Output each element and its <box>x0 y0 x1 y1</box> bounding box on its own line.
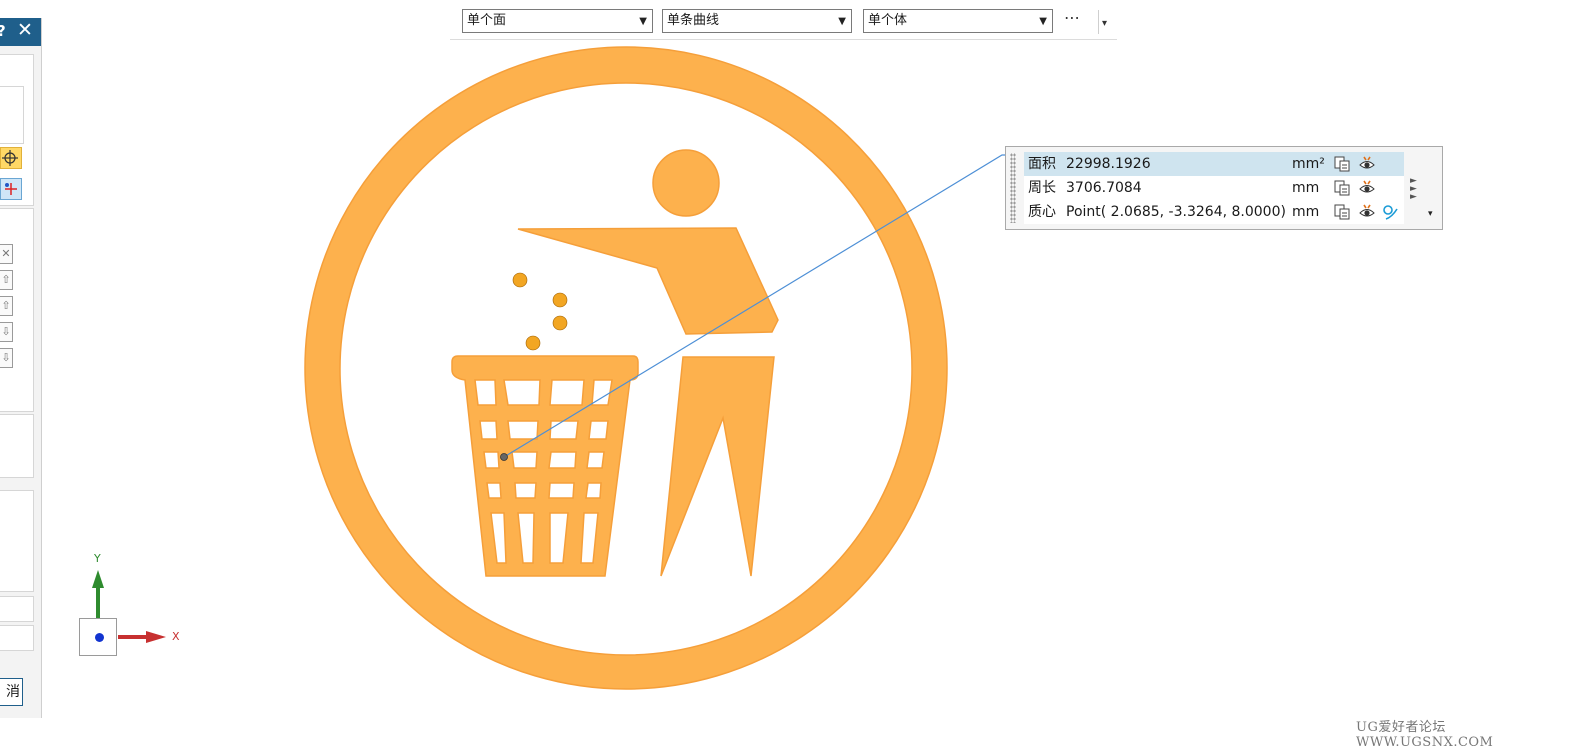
centroid-row[interactable]: 质心 Point( 2.0685, -3.3264, 8.0000) mm <box>1024 200 1404 224</box>
triad-origin[interactable] <box>79 618 117 656</box>
origin-dot <box>95 633 104 642</box>
area-label: 面积 <box>1028 156 1056 172</box>
curve-filter-value: 单条曲线 <box>667 13 720 28</box>
copy-icon[interactable] <box>1334 180 1350 196</box>
x-axis-label: X <box>172 630 180 643</box>
particle <box>552 292 568 308</box>
measurement-rows: 面积 22998.1926 mm² 周长 3706.7084 mm 质心 Poi… <box>1024 152 1404 224</box>
y-axis-label: Y <box>94 552 101 565</box>
dialog-title-bar: ? ✕ <box>0 18 41 46</box>
chevron-down-icon: ▼ <box>1039 16 1047 27</box>
measurement-result-box[interactable]: 面积 22998.1926 mm² 周长 3706.7084 mm 质心 Poi… <box>1005 146 1443 230</box>
move-up-button[interactable]: ⇧ <box>0 296 13 316</box>
eye-icon[interactable] <box>1359 156 1375 172</box>
curve-filter-dropdown[interactable]: 单条曲线 ▼ <box>662 9 852 33</box>
selection-bar: 单个面 ▼ 单条曲线 ▼ 单个体 ▼ ⋯ ▾ <box>450 6 1117 40</box>
no-littering-sign <box>304 46 948 690</box>
move-bottom-button[interactable]: ⇩ <box>0 348 13 368</box>
centroid-label: 质心 <box>1028 204 1056 220</box>
eye-icon[interactable] <box>1359 204 1375 220</box>
particle <box>512 272 528 288</box>
face-filter-dropdown[interactable]: 单个面 ▼ <box>462 9 653 33</box>
left-dialog: ? ✕ ✕ ⇧ ⇧ ⇩ ⇩ 消 <box>0 18 42 718</box>
cancel-button[interactable]: 消 <box>0 678 23 706</box>
body-filter-dropdown[interactable]: 单个体 ▼ <box>863 9 1053 33</box>
perimeter-unit: mm <box>1292 180 1320 196</box>
perimeter-value: 3706.7084 <box>1066 180 1142 196</box>
close-icon[interactable]: ✕ <box>15 19 35 41</box>
crosshair-icon[interactable] <box>0 147 22 169</box>
falling-particles <box>512 272 568 351</box>
chevron-down-icon: ▼ <box>838 16 846 27</box>
centroid-value: Point( 2.0685, -3.3264, 8.0000) <box>1066 204 1286 220</box>
curve-icon[interactable] <box>1382 204 1398 220</box>
trash-bin <box>451 355 639 577</box>
centroid-marker[interactable] <box>500 453 508 461</box>
dialog-input-box <box>0 86 24 144</box>
body-filter-value: 单个体 <box>868 13 908 28</box>
watermark: UG爱好者论坛 WWW.UGSNX.COM <box>1356 720 1494 750</box>
help-icon[interactable]: ? <box>0 22 6 40</box>
figure-legs <box>660 356 775 577</box>
toolbar-separator <box>1098 10 1099 34</box>
centroid-unit: mm <box>1292 204 1320 220</box>
chevron-down-icon[interactable]: ▾ <box>1428 209 1433 219</box>
expand-arrows-icon[interactable]: ► ► ► <box>1410 177 1417 202</box>
copy-icon[interactable] <box>1334 204 1350 220</box>
graphics-window[interactable] <box>0 0 1584 746</box>
remove-button[interactable]: ✕ <box>0 244 13 264</box>
eye-icon[interactable] <box>1359 180 1375 196</box>
move-top-button[interactable]: ⇧ <box>0 270 13 290</box>
dialog-field[interactable] <box>0 596 34 622</box>
copy-icon[interactable] <box>1334 156 1350 172</box>
dialog-field[interactable] <box>0 625 34 651</box>
perimeter-row[interactable]: 周长 3706.7084 mm <box>1024 176 1404 200</box>
grip-icon[interactable] <box>1010 153 1016 223</box>
area-row[interactable]: 面积 22998.1926 mm² <box>1024 152 1404 176</box>
axis-triad[interactable]: Y X <box>70 552 190 662</box>
point-icon[interactable] <box>0 178 22 200</box>
figure-head <box>652 149 720 217</box>
area-value: 22998.1926 <box>1066 156 1151 172</box>
area-unit: mm² <box>1292 156 1325 172</box>
particle <box>525 335 541 351</box>
toolbar-dropdown-icon[interactable]: ▾ <box>1102 18 1107 29</box>
particle <box>552 315 568 331</box>
more-options-button[interactable]: ⋯ <box>1064 8 1081 27</box>
face-filter-value: 单个面 <box>467 13 507 28</box>
dialog-panel <box>0 414 34 478</box>
perimeter-label: 周长 <box>1028 180 1056 196</box>
move-down-button[interactable]: ⇩ <box>0 322 13 342</box>
dialog-panel <box>0 490 34 592</box>
chevron-down-icon: ▼ <box>639 16 647 27</box>
